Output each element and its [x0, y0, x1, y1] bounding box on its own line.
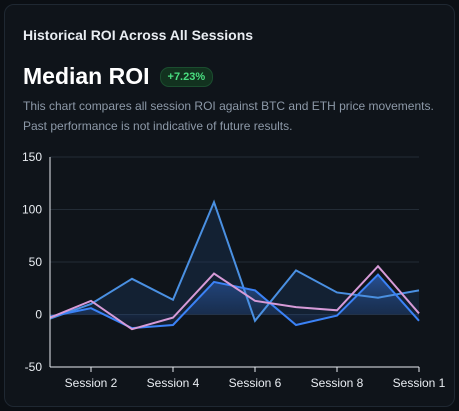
y-tick-label: -50 — [25, 360, 43, 374]
area-layer — [50, 202, 419, 329]
x-tick-label: Session 4 — [147, 376, 200, 390]
y-tick-label: 100 — [22, 203, 42, 217]
x-tick-label: Session 6 — [229, 376, 282, 390]
x-tick-label: Session 8 — [311, 376, 364, 390]
x-tick-label: Session 2 — [65, 376, 118, 390]
roi-chart: 150 100 50 0 -50 Session 2 Session 4 Session 6 S… — [22, 150, 446, 390]
y-tick-label: 150 — [22, 150, 42, 164]
x-tick-label: Session 1 — [393, 376, 446, 390]
y-tick-label: 50 — [29, 255, 43, 269]
y-tick-label: 0 — [35, 308, 42, 322]
